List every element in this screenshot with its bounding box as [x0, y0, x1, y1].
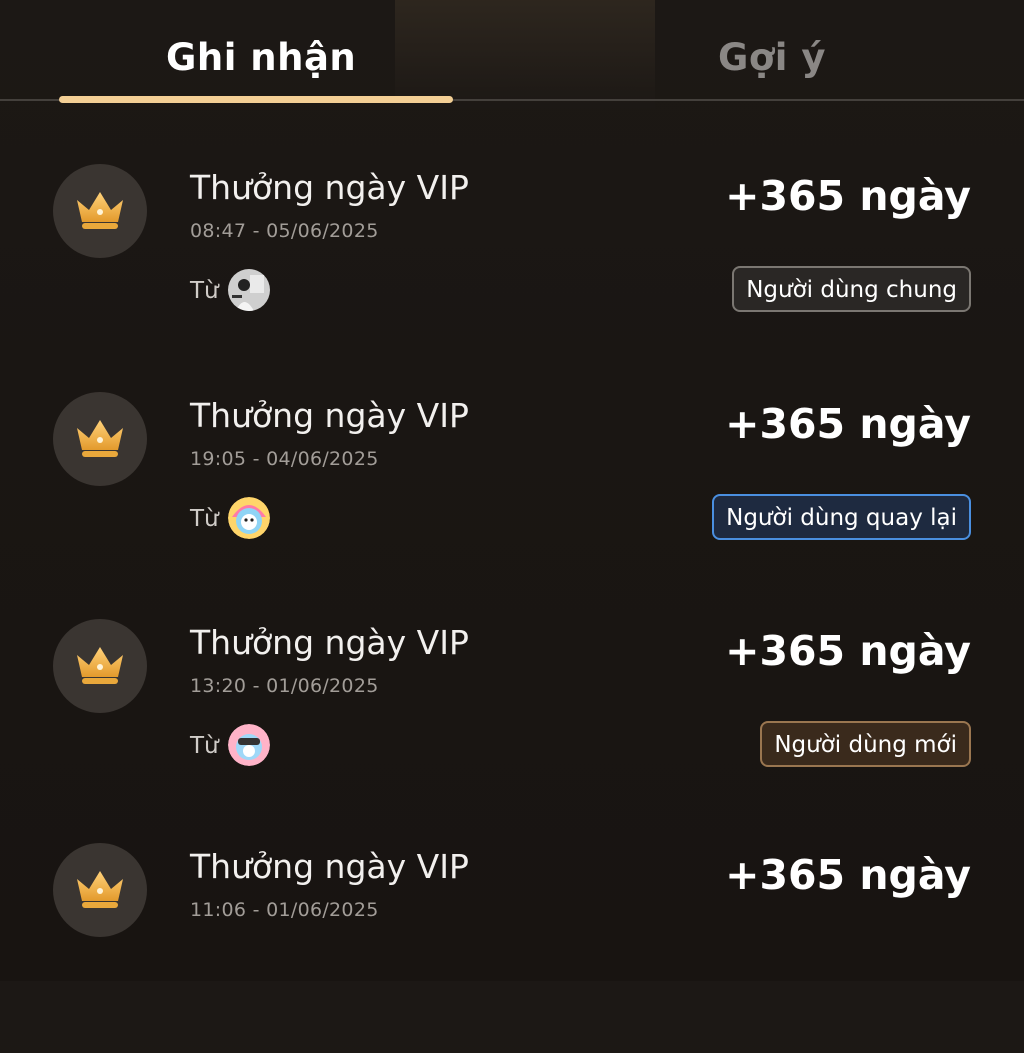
record-title: Thưởng ngày VIP — [190, 396, 469, 435]
tab-suggestions[interactable]: Gợi ý — [718, 36, 826, 79]
list-item[interactable]: Thưởng ngày VIP 11:06 - 01/06/2025 +365 … — [0, 843, 1024, 1053]
crown-icon — [53, 164, 147, 258]
record-amount: +365 ngày — [725, 400, 971, 448]
record-title: Thưởng ngày VIP — [190, 623, 469, 662]
avatar[interactable] — [228, 724, 270, 766]
record-time: 11:06 - 01/06/2025 — [190, 899, 379, 921]
record-title: Thưởng ngày VIP — [190, 168, 469, 207]
list-item[interactable]: Thưởng ngày VIP 13:20 - 01/06/2025 +365 … — [0, 619, 1024, 829]
record-title: Thưởng ngày VIP — [190, 847, 469, 886]
tab-bar: Ghi nhận Gợi ý — [0, 0, 1024, 103]
crown-icon — [53, 843, 147, 937]
crown-icon — [53, 392, 147, 486]
from-label: Từ — [190, 733, 219, 759]
record-time: 08:47 - 05/06/2025 — [190, 220, 379, 242]
from-label: Từ — [190, 278, 219, 304]
record-time: 13:20 - 01/06/2025 — [190, 675, 379, 697]
active-tab-indicator — [59, 96, 453, 103]
record-amount: +365 ngày — [725, 172, 971, 220]
avatar[interactable] — [228, 269, 270, 311]
record-time: 19:05 - 04/06/2025 — [190, 448, 379, 470]
record-amount: +365 ngày — [725, 851, 971, 899]
avatar[interactable] — [228, 497, 270, 539]
user-type-badge: Người dùng chung — [732, 266, 971, 312]
user-type-badge: Người dùng mới — [760, 721, 971, 767]
record-amount: +365 ngày — [725, 627, 971, 675]
crown-icon — [53, 619, 147, 713]
list-item[interactable]: Thưởng ngày VIP 19:05 - 04/06/2025 +365 … — [0, 392, 1024, 602]
from-label: Từ — [190, 506, 219, 532]
tab-records[interactable]: Ghi nhận — [166, 36, 356, 79]
list-item[interactable]: Thưởng ngày VIP 08:47 - 05/06/2025 +365 … — [0, 164, 1024, 374]
user-type-badge: Người dùng quay lại — [712, 494, 971, 540]
